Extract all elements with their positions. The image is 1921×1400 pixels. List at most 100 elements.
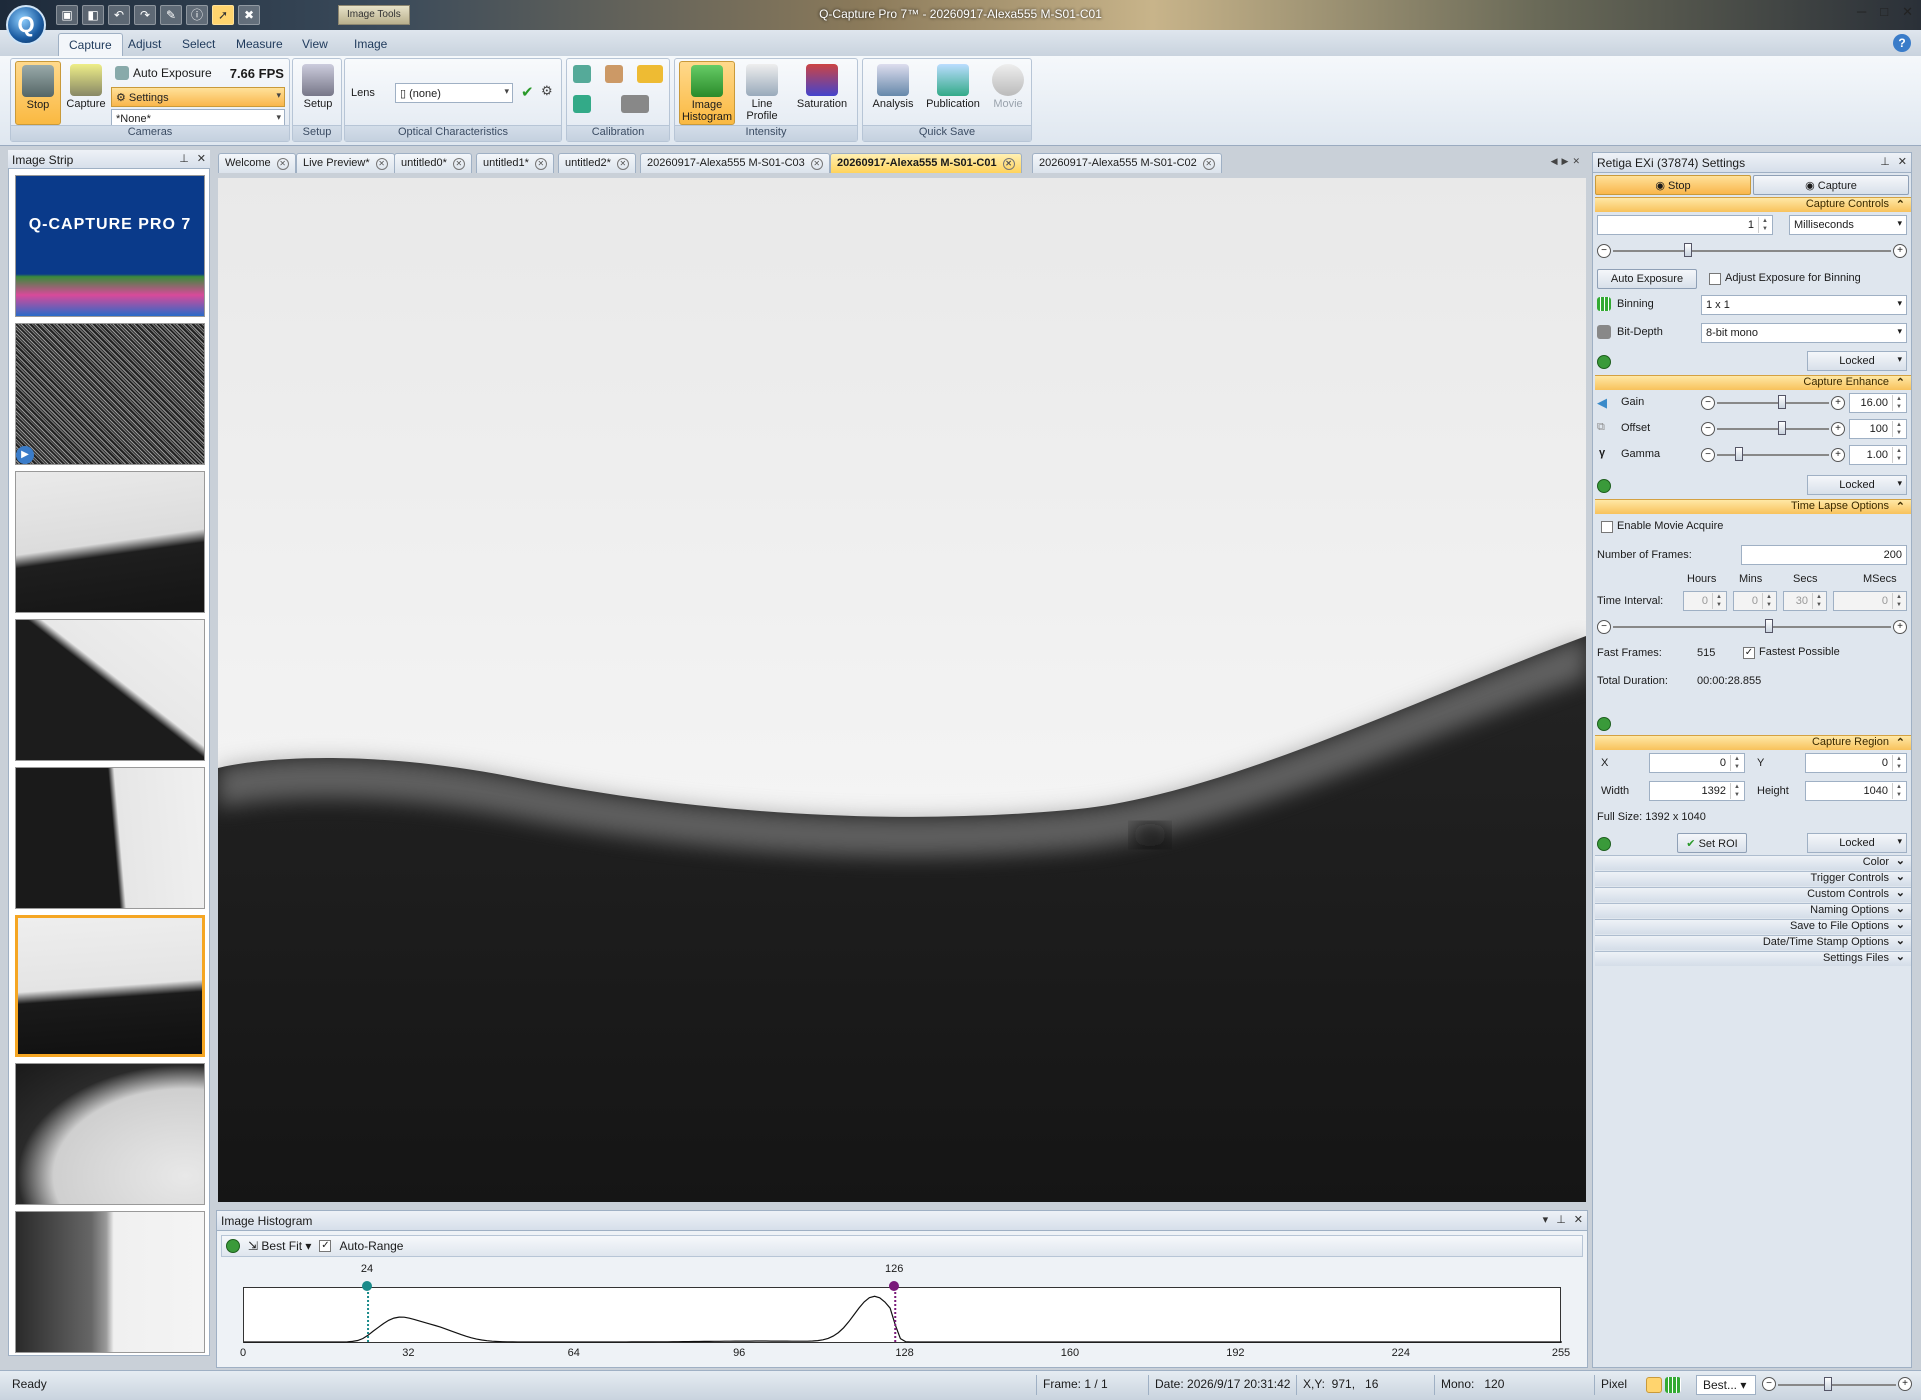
close-panel-icon[interactable]: ✕ — [197, 152, 206, 165]
doc-tab-welcome[interactable]: Welcome ✕ — [218, 153, 296, 173]
doc-tab-c01-active[interactable]: 20260917-Alexa555 M-S01-C01 ✕ — [830, 153, 1022, 173]
setup-button[interactable]: Setup — [295, 61, 341, 125]
naming-options-header[interactable]: Naming Options — [1595, 902, 1911, 918]
slider-thumb[interactable] — [1735, 447, 1744, 461]
spinner-icon[interactable]: ▲ ▼ — [1892, 421, 1905, 437]
settings-gear-icon[interactable]: ⚙ — [541, 83, 553, 99]
lens-dropdown[interactable]: ▯ (none) — [395, 83, 513, 103]
frames-input[interactable]: 200 — [1741, 545, 1907, 565]
thumbnail-splash[interactable]: Q-CAPTURE PRO 7 — [15, 175, 205, 317]
thumbnail-3[interactable] — [15, 471, 205, 613]
best-fit-dropdown[interactable]: ⇲ Best Fit ▾ — [248, 1239, 311, 1253]
pin-icon[interactable]: ⊥ — [1556, 1213, 1566, 1226]
tab-close-icon[interactable]: ✕ — [276, 158, 289, 170]
save-to-file-header[interactable]: Save to File Options — [1595, 918, 1911, 934]
dropdown-icon[interactable]: ▾ — [1543, 1213, 1549, 1226]
tab-view[interactable]: View — [292, 33, 338, 56]
stop-tab-button[interactable]: ◉ Stop — [1595, 175, 1751, 195]
plus-icon[interactable]: + — [1893, 244, 1907, 258]
thumbnail-8[interactable] — [15, 1211, 205, 1353]
reset-icon[interactable] — [1597, 479, 1611, 493]
adjust-binning-checkbox[interactable] — [1709, 273, 1721, 285]
grid-view-icon[interactable] — [1665, 1377, 1682, 1393]
zoom-thumb[interactable] — [1824, 1377, 1832, 1391]
tab-close-icon[interactable]: ✕ — [616, 158, 629, 170]
close-panel-icon[interactable]: ✕ — [1574, 1213, 1583, 1226]
binning-dropdown[interactable]: 1 x 1 — [1701, 295, 1907, 315]
gamma-input[interactable]: 1.00 ▲ ▼ — [1849, 445, 1907, 465]
auto-exposure-button[interactable]: Auto Exposure — [1597, 269, 1697, 289]
exposure-slider[interactable]: − + — [1597, 243, 1907, 259]
capture-button[interactable]: Capture — [63, 61, 109, 125]
minus-icon[interactable]: − — [1701, 422, 1715, 436]
lock-dropdown[interactable]: Locked — [1807, 351, 1907, 371]
width-input[interactable]: 1392 ▲ ▼ — [1649, 781, 1745, 801]
settings-files-header[interactable]: Settings Files — [1595, 950, 1911, 966]
plus-icon[interactable]: + — [1831, 396, 1845, 410]
help-icon[interactable]: ? — [1893, 34, 1911, 52]
minus-icon[interactable]: − — [1701, 448, 1715, 462]
slider-thumb[interactable] — [1684, 243, 1693, 257]
exposure-input[interactable]: 1 ▲ ▼ — [1597, 215, 1773, 235]
doc-tab-untitled0[interactable]: untitled0* ✕ — [394, 153, 472, 173]
slider-thumb[interactable] — [1777, 395, 1786, 409]
app-menu-button[interactable]: Q — [6, 5, 46, 45]
fit-view-icon[interactable] — [1646, 1377, 1662, 1393]
zoom-slider[interactable]: − + — [1762, 1375, 1912, 1395]
image-viewer[interactable] — [218, 178, 1586, 1202]
tab-close-icon[interactable]: ✕ — [534, 158, 547, 170]
doc-tab-untitled1[interactable]: untitled1* ✕ — [476, 153, 554, 173]
y-input[interactable]: 0 ▲ ▼ — [1805, 753, 1907, 773]
plus-icon[interactable]: + — [1893, 620, 1907, 634]
spinner-icon[interactable]: ▲ ▼ — [1892, 447, 1905, 463]
offset-input[interactable]: 100 ▲ ▼ — [1849, 419, 1907, 439]
spinner-icon[interactable]: ▲ ▼ — [1758, 217, 1771, 233]
gain-slider[interactable]: − + — [1701, 395, 1845, 411]
line-profile-button[interactable]: Line Profile — [739, 61, 785, 125]
plus-icon[interactable]: + — [1831, 448, 1845, 462]
auto-range-checkbox[interactable]: ✓ — [319, 1240, 332, 1252]
maximize-button[interactable]: □ — [1880, 4, 1888, 20]
stop-button[interactable]: Stop — [15, 61, 61, 125]
capture-controls-header[interactable]: Capture Controls — [1595, 197, 1911, 212]
gain-input[interactable]: 16.00 ▲ ▼ — [1849, 393, 1907, 413]
tab-adjust[interactable]: Adjust — [118, 33, 171, 56]
fastest-possible-checkbox[interactable]: ✓ — [1743, 647, 1755, 659]
minus-icon[interactable]: − — [1597, 244, 1611, 258]
spinner-icon[interactable]: ▲ ▼ — [1892, 395, 1905, 411]
gamma-slider[interactable]: − + — [1701, 447, 1845, 463]
close-panel-icon[interactable]: ✕ — [1898, 155, 1907, 168]
tab-close-icon[interactable]: ✕ — [452, 158, 465, 170]
zoom-dropdown[interactable]: Best... ▾ — [1696, 1375, 1756, 1395]
reset-icon[interactable] — [1597, 717, 1611, 731]
low-marker-handle[interactable] — [362, 1281, 373, 1291]
color-section-header[interactable]: Color — [1595, 854, 1911, 870]
publication-button[interactable]: Publication — [921, 61, 985, 125]
pin-icon[interactable]: ⊥ — [179, 152, 189, 165]
thumbnail-6-selected[interactable] — [15, 915, 205, 1057]
tab-select[interactable]: Select — [172, 33, 225, 56]
x-input[interactable]: 0 ▲ ▼ — [1649, 753, 1745, 773]
calibration-camera-icon[interactable] — [621, 95, 649, 113]
tab-scroll-icons[interactable]: ◀▶✕ — [1551, 156, 1584, 167]
custom-controls-header[interactable]: Custom Controls — [1595, 886, 1911, 902]
zoom-in-icon[interactable]: + — [1898, 1377, 1912, 1391]
height-input[interactable]: 1040 ▲ ▼ — [1805, 781, 1907, 801]
offset-slider[interactable]: − + — [1701, 421, 1845, 437]
reset-icon[interactable] — [1597, 355, 1611, 369]
minus-icon[interactable]: − — [1701, 396, 1715, 410]
slider-thumb[interactable] — [1777, 421, 1786, 435]
tab-close-icon[interactable]: ✕ — [1002, 158, 1015, 170]
apply-check-icon[interactable]: ✔ — [521, 83, 534, 101]
secs-input[interactable]: 30 ▲ ▼ — [1783, 591, 1827, 611]
enable-movie-checkbox[interactable] — [1601, 521, 1613, 533]
thumbnail-4[interactable] — [15, 619, 205, 761]
tab-capture[interactable]: Capture — [58, 33, 123, 56]
movie-button[interactable]: Movie — [985, 61, 1031, 125]
tab-close-icon[interactable]: ✕ — [375, 158, 388, 170]
thumbnail-7[interactable] — [15, 1063, 205, 1205]
slider-thumb[interactable] — [1764, 619, 1773, 633]
minus-icon[interactable]: − — [1597, 620, 1611, 634]
zoom-out-icon[interactable]: − — [1762, 1377, 1776, 1391]
minimize-button[interactable]: ─ — [1857, 4, 1866, 20]
